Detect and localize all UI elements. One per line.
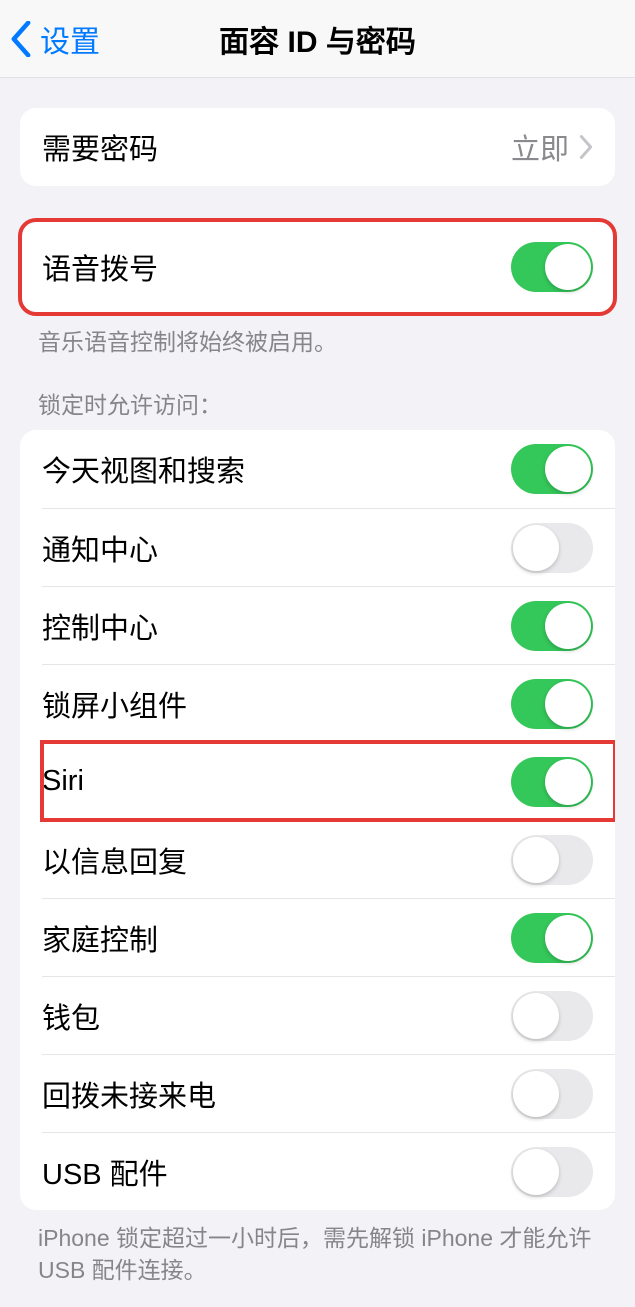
locked-item-cell: 回拨未接来电 [42,1054,615,1132]
locked-item-cell: 以信息回复 [42,820,615,898]
chevron-left-icon [10,21,32,57]
locked-item-label: 家庭控制 [42,917,511,959]
require-passcode-cell[interactable]: 需要密码 立即 [20,108,615,186]
back-button[interactable]: 设置 [0,17,100,61]
locked-item-toggle[interactable] [511,601,593,651]
locked-item-label: 回拨未接来电 [42,1073,511,1115]
locked-item-label: USB 配件 [42,1151,511,1193]
locked-item-cell: USB 配件 [42,1132,615,1210]
locked-item-toggle[interactable] [511,913,593,963]
locked-item-label: 今天视图和搜索 [42,448,511,490]
nav-bar: 设置 面容 ID 与密码 [0,0,635,78]
chevron-right-icon [579,135,593,159]
locked-item-label: 通知中心 [42,527,511,569]
locked-item-toggle[interactable] [511,679,593,729]
voice-dial-footer: 音乐语音控制将始终被启用。 [38,326,597,358]
locked-item-toggle[interactable] [511,757,593,807]
locked-item-cell: 钱包 [42,976,615,1054]
require-passcode-value: 立即 [511,126,569,168]
back-label: 设置 [40,17,100,61]
locked-item-label: 控制中心 [42,605,511,647]
locked-item-label: 钱包 [42,995,511,1037]
voice-dial-toggle[interactable] [511,242,593,292]
voice-dial-label: 语音拨号 [42,246,511,288]
locked-item-label: 以信息回复 [42,839,511,881]
locked-item-cell: 今天视图和搜索 [20,430,615,508]
locked-item-cell: 锁屏小组件 [42,664,615,742]
locked-item-cell: 通知中心 [42,508,615,586]
locked-access-group: 今天视图和搜索通知中心控制中心锁屏小组件 Siri 以信息回复家庭控制钱包回拨未接来… [20,430,615,1210]
locked-item-toggle[interactable] [511,1147,593,1197]
locked-item-label: Siri [42,765,511,798]
locked-access-header: 锁定时允许访问： [38,386,597,420]
require-passcode-label: 需要密码 [42,126,511,168]
require-passcode-group: 需要密码 立即 [20,108,615,186]
voice-dial-cell: 语音拨号 [20,220,615,314]
locked-item-toggle[interactable] [511,523,593,573]
locked-access-footer: iPhone 锁定超过一小时后，需先解锁 iPhone 才能允许 USB 配件连… [38,1222,597,1286]
locked-item-label: 锁屏小组件 [42,683,511,725]
voice-dial-group: 语音拨号 [20,220,615,314]
locked-item-toggle[interactable] [511,991,593,1041]
locked-item-cell: 控制中心 [42,586,615,664]
locked-item-toggle[interactable] [511,444,593,494]
locked-item-toggle[interactable] [511,835,593,885]
locked-item-cell: 家庭控制 [42,898,615,976]
locked-item-toggle[interactable] [511,1069,593,1119]
locked-item-cell: Siri [42,742,615,820]
